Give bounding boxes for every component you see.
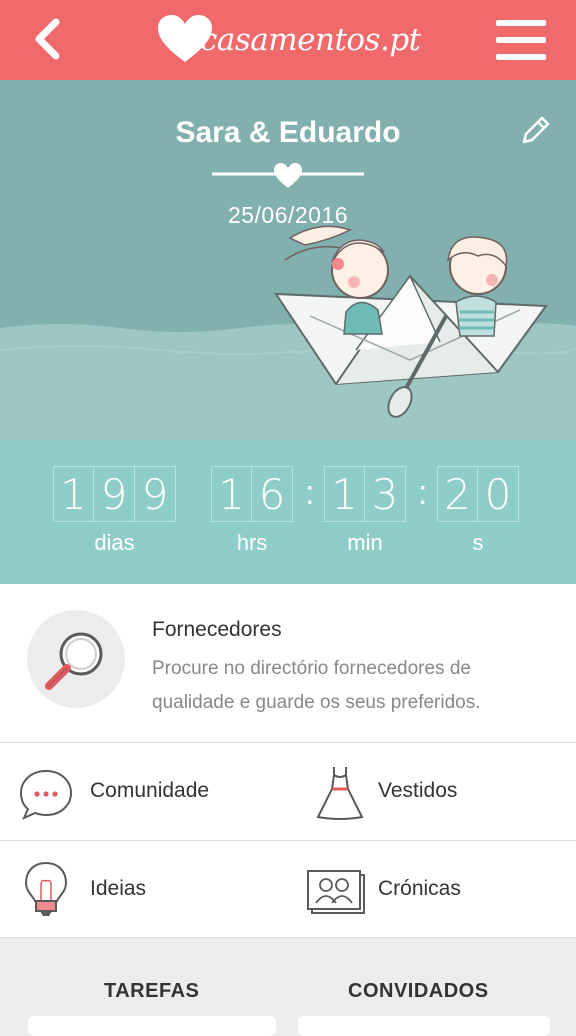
- bottom-section-tabs: TAREFAS CONVIDADOS: [0, 938, 576, 1024]
- grid-item-comunidade[interactable]: Comunidade: [0, 743, 288, 840]
- menu-bar-icon: [496, 54, 546, 60]
- grid-item-ideias[interactable]: Ideias: [0, 841, 288, 938]
- grid-label-ideias: Ideias: [90, 877, 147, 900]
- app-header: casamentos.pt: [0, 0, 576, 80]
- back-button[interactable]: [22, 14, 72, 64]
- fornecedores-description: Procure no directório fornecedores de qu…: [152, 652, 552, 720]
- couple-names: Sara & Eduardo: [175, 116, 401, 149]
- convidados-card[interactable]: [298, 1016, 550, 1036]
- countdown-digit: 2: [437, 466, 478, 522]
- grid-item-vestidos[interactable]: Vestidos: [288, 743, 576, 840]
- countdown-digit: 9: [94, 466, 135, 522]
- wedding-countdown: 1 9 9 1 6 : 1 3 : 2 0 dias hrs min s: [0, 440, 576, 584]
- countdown-separator: :: [305, 474, 315, 512]
- countdown-hours: 1 6: [211, 466, 293, 522]
- logo-wordmark: casamentos.pt: [200, 22, 421, 58]
- countdown-seconds: 2 0: [437, 466, 519, 522]
- chevron-left-icon: [35, 18, 60, 60]
- wedding-hero: Sara & Eduardo 25/06/2016: [0, 80, 576, 440]
- menu-bar-icon: [496, 37, 546, 43]
- tab-tarefas[interactable]: TAREFAS: [104, 980, 199, 1003]
- tab-convidados[interactable]: CONVIDADOS: [348, 980, 489, 1003]
- grid-label-comunidade: Comunidade: [90, 779, 210, 802]
- grid-item-cronicas[interactable]: Crónicas: [288, 841, 576, 938]
- fornecedores-desc-line: qualidade e guarde os seus preferidos.: [152, 692, 481, 713]
- grid-label-vestidos: Vestidos: [378, 779, 458, 802]
- countdown-digit: 1: [53, 466, 94, 522]
- tarefas-card[interactable]: [28, 1016, 276, 1036]
- fornecedores-title: Fornecedores: [152, 618, 282, 641]
- feature-grid: Comunidade Vestidos Ideias Crónicas: [0, 742, 576, 938]
- countdown-digit: 6: [252, 466, 293, 522]
- dress-icon: [316, 767, 364, 820]
- grid-label-cronicas: Crónicas: [378, 877, 461, 900]
- edit-button[interactable]: [518, 114, 552, 148]
- countdown-days: 1 9 9: [53, 466, 176, 522]
- countdown-digit: 1: [324, 466, 365, 522]
- fornecedores-desc-line: Procure no directório fornecedores de: [152, 658, 471, 679]
- fornecedores-card[interactable]: Fornecedores Procure no directório forne…: [0, 584, 576, 742]
- hamburger-menu-button[interactable]: [496, 20, 546, 60]
- countdown-label-hours: hrs: [236, 530, 268, 555]
- wedding-date: 25/06/2016: [227, 202, 349, 228]
- countdown-minutes: 1 3: [324, 466, 406, 522]
- lightbulb-icon: [24, 861, 68, 916]
- countdown-label-minutes: min: [347, 530, 383, 555]
- pencil-icon: [522, 116, 550, 144]
- countdown-digit: 3: [365, 466, 406, 522]
- speech-bubble-icon: [19, 769, 73, 820]
- photo-album-icon: [307, 870, 365, 914]
- magnifier-icon: [45, 632, 103, 690]
- countdown-separator: :: [418, 474, 428, 512]
- countdown-label-seconds: s: [472, 530, 484, 555]
- countdown-label-days: dias: [94, 530, 135, 555]
- countdown-digit: 9: [135, 466, 176, 522]
- countdown-digit: 0: [478, 466, 519, 522]
- countdown-digit: 1: [211, 466, 252, 522]
- app-logo[interactable]: casamentos.pt: [156, 12, 421, 68]
- menu-bar-icon: [496, 20, 546, 26]
- fornecedores-icon-circle: [27, 610, 125, 708]
